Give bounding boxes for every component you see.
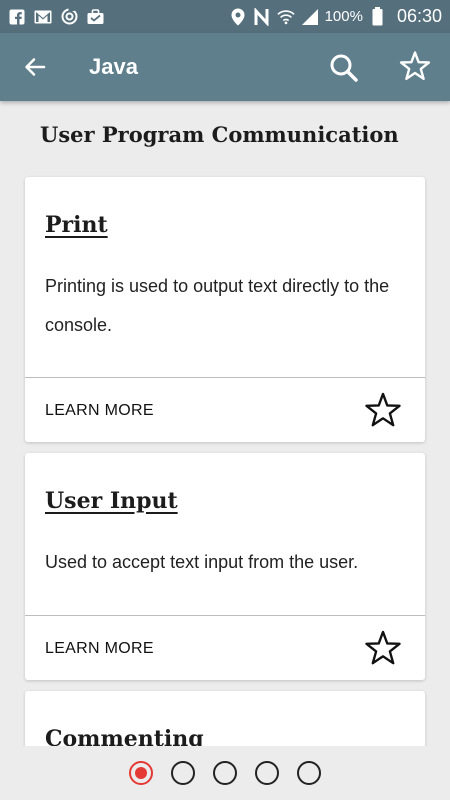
card-title: User Input <box>45 488 178 514</box>
wifi-icon <box>276 8 295 26</box>
card-favorite-button[interactable] <box>363 390 403 430</box>
card-divider <box>25 615 425 616</box>
page-dot[interactable] <box>255 761 279 785</box>
topic-card-user-input: User Input Used to accept text input fro… <box>25 453 425 680</box>
section-title: User Program Communication <box>40 122 399 147</box>
learn-more-button[interactable]: LEARN MORE <box>45 402 154 420</box>
card-divider <box>25 377 425 378</box>
page-dot[interactable] <box>171 761 195 785</box>
learn-more-button[interactable]: LEARN MORE <box>45 640 154 658</box>
clock: 06:30 <box>396 6 442 26</box>
topic-card-print: Print Printing is used to output text di… <box>25 177 425 442</box>
app-bar: Java <box>0 33 450 101</box>
app-title: Java <box>89 54 138 79</box>
pagination <box>0 746 450 800</box>
nfc-icon <box>253 7 271 26</box>
page-dot[interactable] <box>129 761 153 785</box>
facebook-icon <box>8 8 26 26</box>
card-favorite-button[interactable] <box>363 628 403 668</box>
favorite-button[interactable] <box>396 47 434 85</box>
sync-icon <box>60 8 78 26</box>
system-status: 100% 06:30 <box>229 6 450 27</box>
star-outline-icon <box>399 51 431 80</box>
arrow-back-icon <box>25 58 46 76</box>
gmail-icon <box>34 8 52 26</box>
card-description: Used to accept text input from the user. <box>45 552 359 572</box>
search-button[interactable] <box>325 49 363 87</box>
star-outline-icon <box>365 392 401 427</box>
card-description: Printing is used to output text directly… <box>45 276 390 335</box>
notification-icons <box>0 8 104 26</box>
search-icon <box>330 54 358 82</box>
signal-icon <box>301 8 319 26</box>
back-button[interactable] <box>17 49 53 85</box>
location-icon <box>229 8 247 26</box>
star-outline-icon <box>365 630 401 665</box>
status-bar: 100% 06:30 <box>0 0 450 33</box>
page-dot[interactable] <box>297 761 321 785</box>
briefcase-icon <box>86 8 104 26</box>
page-dot[interactable] <box>213 761 237 785</box>
battery-percentage: 100% <box>324 8 363 25</box>
card-title: Print <box>45 212 108 238</box>
battery-icon <box>369 7 387 26</box>
